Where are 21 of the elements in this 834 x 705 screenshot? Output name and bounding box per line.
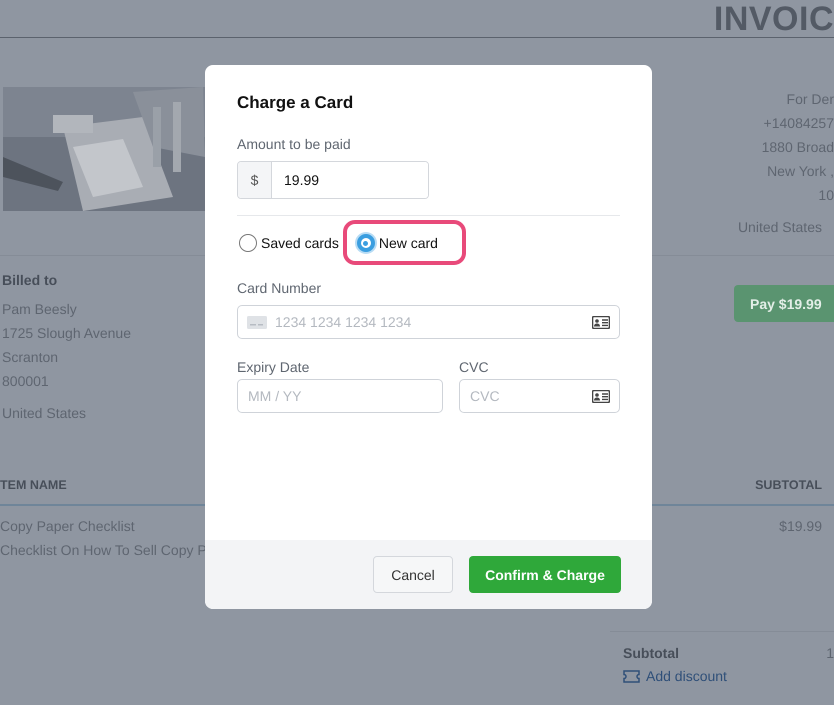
contact-card-icon — [592, 390, 610, 403]
cvc-field[interactable]: CVC — [459, 379, 620, 413]
radio-option[interactable]: Saved cards — [237, 232, 341, 254]
column-header: SUBTOTAL — [755, 478, 822, 492]
card-number-field[interactable]: 1234 1234 1234 1234 — [237, 305, 620, 339]
ticket-icon — [623, 670, 640, 682]
field-label: Card Number — [237, 280, 322, 296]
card-icon — [247, 316, 267, 329]
radio-option[interactable]: New card — [354, 232, 440, 254]
column-header: TEM NAME — [0, 478, 67, 492]
field-label: Amount to be paid — [237, 136, 352, 152]
field-label: CVC — [459, 359, 490, 375]
amount-field[interactable]: $ 19.99 — [237, 161, 429, 199]
billed-to-heading: Billed to — [2, 271, 58, 290]
expiry-field[interactable]: MM / YY — [237, 379, 443, 413]
invoice-title: INVOIC — [714, 1, 834, 38]
subtotal-label: Subtotal — [623, 644, 679, 663]
field-label: Expiry Date — [237, 359, 310, 375]
cancel-button[interactable]: Cancel — [373, 556, 453, 593]
contact-card-icon — [592, 316, 610, 329]
dialog-title: Charge a Card — [237, 93, 354, 113]
